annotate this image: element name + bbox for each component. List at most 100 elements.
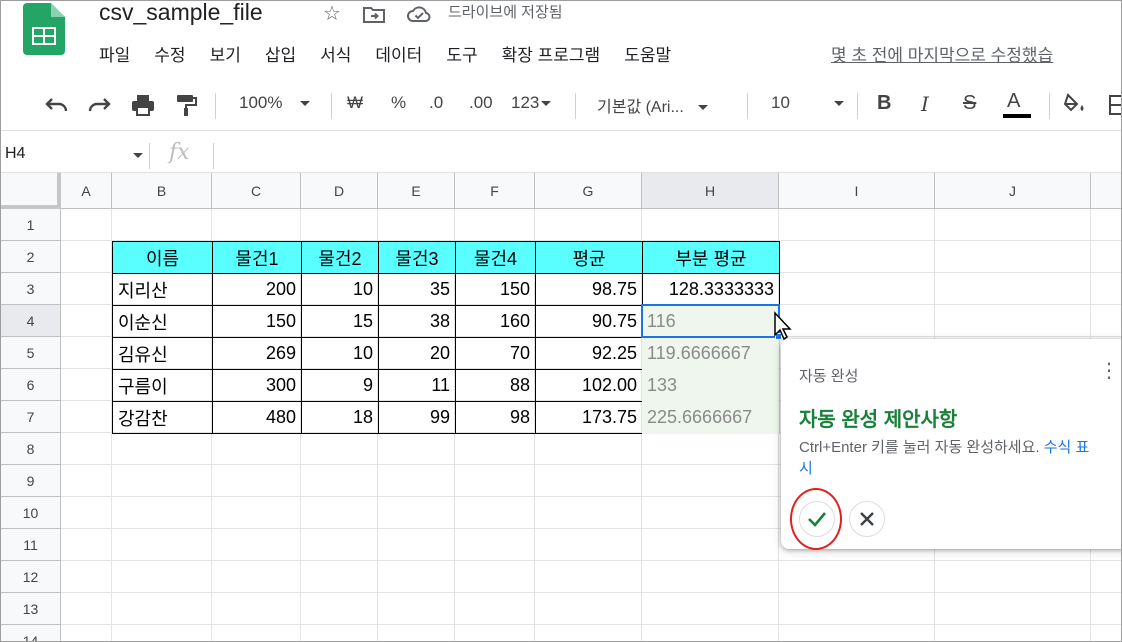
column-header-f[interactable]: F	[455, 173, 535, 209]
data-cell[interactable]: 강감찬	[112, 401, 213, 434]
cloud-saved-icon[interactable]	[407, 5, 431, 23]
data-cell[interactable]: 92.25	[535, 337, 643, 370]
dismiss-suggestion-button[interactable]	[849, 501, 885, 537]
column-header-d[interactable]: D	[301, 173, 378, 209]
bold-button[interactable]: B	[877, 92, 891, 115]
menu-data[interactable]: 데이터	[375, 41, 422, 66]
header-cell[interactable]: 이름	[112, 241, 213, 274]
data-cell[interactable]: 98.75	[535, 273, 643, 306]
data-cell[interactable]: 9	[301, 369, 379, 402]
header-cell[interactable]: 부분 평균	[642, 241, 780, 274]
data-cell[interactable]: 11	[378, 369, 456, 402]
data-cell[interactable]: 35	[378, 273, 456, 306]
text-color-button[interactable]: A	[1003, 90, 1031, 118]
decrease-decimal-button[interactable]: .0	[429, 93, 443, 113]
row-header-7[interactable]: 7	[1, 401, 61, 433]
column-header-g[interactable]: G	[535, 173, 642, 209]
increase-decimal-button[interactable]: .00	[469, 93, 493, 113]
redo-icon[interactable]	[87, 97, 111, 113]
row-header-12[interactable]: 12	[1, 561, 61, 593]
menu-help[interactable]: 도움말	[624, 41, 671, 66]
data-cell[interactable]: 70	[455, 337, 536, 370]
data-cell[interactable]: 99	[378, 401, 456, 434]
italic-button[interactable]: I	[921, 92, 929, 116]
row-header-8[interactable]: 8	[1, 433, 61, 465]
data-cell[interactable]: 269	[212, 337, 302, 370]
menu-insert[interactable]: 삽입	[265, 41, 296, 66]
strikethrough-button[interactable]: S	[963, 92, 976, 115]
row-header-14[interactable]: 14	[1, 625, 61, 641]
data-cell[interactable]: 김유신	[112, 337, 213, 370]
column-header-b[interactable]: B	[112, 173, 212, 209]
data-cell[interactable]: 128.3333333	[642, 273, 780, 306]
menu-extensions[interactable]: 확장 프로그램	[502, 41, 601, 66]
data-cell[interactable]: 90.75	[535, 305, 643, 338]
suggested-cell[interactable]: 225.6666667	[642, 401, 780, 434]
column-header-c[interactable]: C	[212, 173, 301, 209]
chevron-down-icon[interactable]	[133, 153, 143, 158]
name-box[interactable]: H4	[5, 145, 25, 163]
header-cell[interactable]: 물건4	[455, 241, 536, 274]
header-cell[interactable]: 물건1	[212, 241, 302, 274]
column-header-e[interactable]: E	[378, 173, 455, 209]
header-cell[interactable]: 물건3	[378, 241, 456, 274]
percent-button[interactable]: %	[391, 93, 406, 113]
data-cell[interactable]: 10	[301, 337, 379, 370]
select-all-corner[interactable]	[1, 173, 61, 209]
more-formats-button[interactable]: 123	[511, 93, 552, 113]
data-cell[interactable]: 150	[212, 305, 302, 338]
row-header-9[interactable]: 9	[1, 465, 61, 497]
sheets-logo-icon[interactable]	[23, 3, 65, 55]
column-header-h[interactable]: H	[642, 173, 779, 209]
data-cell[interactable]: 구름이	[112, 369, 213, 402]
print-icon[interactable]	[131, 94, 155, 116]
row-header-13[interactable]: 13	[1, 593, 61, 625]
data-cell[interactable]: 88	[455, 369, 536, 402]
font-select[interactable]: 기본값 (Ari...	[597, 93, 708, 117]
document-title[interactable]: csv_sample_file	[99, 1, 263, 26]
move-folder-icon[interactable]	[362, 5, 385, 23]
last-edit-link[interactable]: 몇 초 전에 마지막으로 수정했습	[831, 41, 1053, 66]
data-cell[interactable]: 10	[301, 273, 379, 306]
font-size-select[interactable]: 10	[771, 93, 844, 113]
menu-edit[interactable]: 수정	[154, 41, 185, 66]
currency-button[interactable]: ₩	[347, 93, 363, 113]
data-cell[interactable]: 300	[212, 369, 302, 402]
undo-icon[interactable]	[45, 97, 69, 113]
zoom-select[interactable]: 100%	[239, 93, 311, 113]
data-cell[interactable]: 102.00	[535, 369, 643, 402]
column-header-i[interactable]: I	[779, 173, 935, 209]
data-cell[interactable]: 20	[378, 337, 456, 370]
row-header-2[interactable]: 2	[1, 241, 61, 273]
data-cell[interactable]: 160	[455, 305, 536, 338]
row-header-5[interactable]: 5	[1, 337, 61, 369]
row-header-10[interactable]: 10	[1, 497, 61, 529]
menu-file[interactable]: 파일	[99, 41, 130, 66]
menu-format[interactable]: 서식	[320, 41, 351, 66]
star-icon[interactable]: ☆	[323, 1, 341, 26]
data-cell[interactable]: 98	[455, 401, 536, 434]
header-cell[interactable]: 평균	[535, 241, 643, 274]
data-cell[interactable]: 지리산	[112, 273, 213, 306]
row-header-4[interactable]: 4	[1, 305, 61, 337]
paint-format-icon[interactable]	[175, 94, 197, 116]
more-vert-icon[interactable]: ⋮	[1099, 361, 1119, 381]
data-cell[interactable]: 38	[378, 305, 456, 338]
row-header-6[interactable]: 6	[1, 369, 61, 401]
suggested-cell[interactable]: 133	[642, 369, 780, 402]
data-cell[interactable]: 18	[301, 401, 379, 434]
data-cell[interactable]: 이순신	[112, 305, 213, 338]
row-header-11[interactable]: 11	[1, 529, 61, 561]
menu-tools[interactable]: 도구	[446, 41, 477, 66]
data-cell[interactable]: 173.75	[535, 401, 643, 434]
column-header-j[interactable]: J	[935, 173, 1091, 209]
suggested-cell[interactable]: 119.6666667	[642, 337, 780, 370]
data-cell[interactable]: 15	[301, 305, 379, 338]
header-cell[interactable]: 물건2	[301, 241, 379, 274]
row-header-1[interactable]: 1	[1, 209, 61, 241]
column-header-next[interactable]	[1091, 173, 1121, 209]
data-cell[interactable]: 150	[455, 273, 536, 306]
data-cell[interactable]: 200	[212, 273, 302, 306]
fill-color-icon[interactable]	[1063, 93, 1087, 115]
column-header-a[interactable]: A	[61, 173, 112, 209]
